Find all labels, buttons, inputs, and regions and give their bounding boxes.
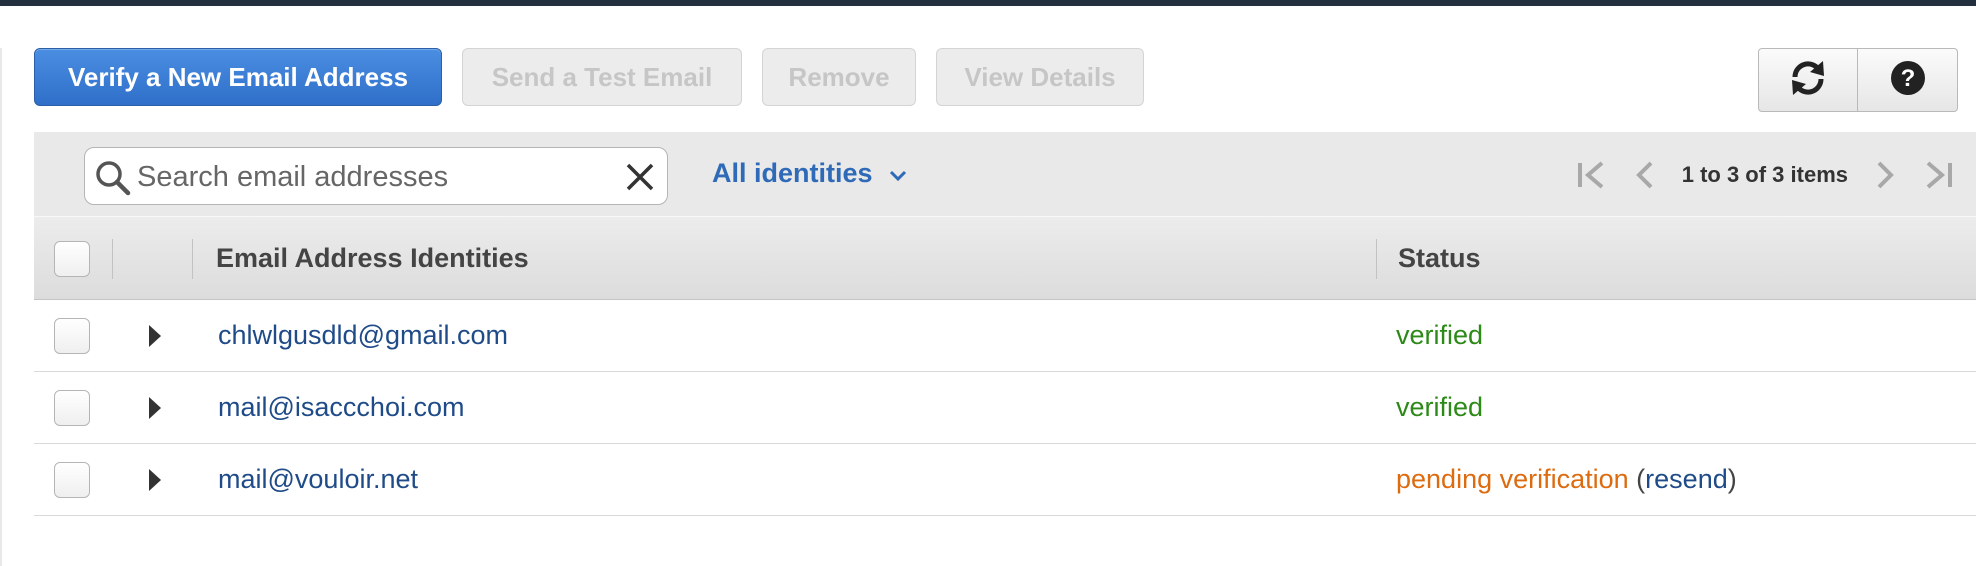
status-text: pending verification <box>1396 464 1629 494</box>
triangle-right-icon[interactable] <box>148 396 162 425</box>
column-header-email[interactable]: Email Address Identities <box>216 243 529 274</box>
table-row: mail@isaccchoi.com verified <box>34 372 1976 444</box>
email-address[interactable]: mail@vouloir.net <box>218 464 418 495</box>
top-bar <box>0 0 1976 6</box>
column-divider <box>192 239 193 279</box>
select-all-checkbox[interactable] <box>54 241 90 277</box>
column-divider <box>112 239 113 279</box>
status-text: verified <box>1396 320 1484 350</box>
left-divider <box>0 48 2 566</box>
next-page-icon[interactable] <box>1874 160 1896 190</box>
table-header: Email Address Identities Status <box>34 216 1976 300</box>
row-checkbox[interactable] <box>54 462 90 498</box>
row-checkbox[interactable] <box>54 390 90 426</box>
help-icon: ? <box>1890 60 1926 101</box>
action-toolbar: Verify a New Email Address Send a Test E… <box>34 48 1144 108</box>
row-checkbox[interactable] <box>54 318 90 354</box>
previous-page-icon[interactable] <box>1634 160 1656 190</box>
status-cell: pending verification (resend) <box>1396 464 1737 494</box>
first-page-icon[interactable] <box>1576 160 1610 190</box>
identity-filter-label: All identities <box>712 158 873 188</box>
remove-button[interactable]: Remove <box>762 48 916 106</box>
triangle-right-icon[interactable] <box>148 468 162 497</box>
column-divider <box>1376 239 1377 279</box>
refresh-icon <box>1787 57 1829 104</box>
view-details-button[interactable]: View Details <box>936 48 1144 106</box>
pagination: 1 to 3 of 3 items <box>1564 160 1966 190</box>
status-text: verified <box>1396 392 1484 422</box>
column-header-status[interactable]: Status <box>1398 243 1481 274</box>
help-button[interactable]: ? <box>1858 48 1958 112</box>
close-icon[interactable] <box>625 162 655 197</box>
send-test-email-button[interactable]: Send a Test Email <box>462 48 742 106</box>
identity-filter-dropdown[interactable]: All identities <box>712 158 907 189</box>
verify-email-button[interactable]: Verify a New Email Address <box>34 48 442 106</box>
last-page-icon[interactable] <box>1920 160 1954 190</box>
resend-link[interactable]: resend <box>1645 464 1728 494</box>
search-icon <box>95 160 131 201</box>
utility-buttons: ? <box>1758 48 1958 112</box>
refresh-button[interactable] <box>1758 48 1858 112</box>
table-row: mail@vouloir.net pending verification (r… <box>34 444 1976 516</box>
chevron-down-icon <box>889 158 907 189</box>
search-input[interactable] <box>135 156 609 198</box>
email-address[interactable]: chlwlgusdld@gmail.com <box>218 320 508 351</box>
triangle-right-icon[interactable] <box>148 324 162 353</box>
svg-text:?: ? <box>1900 65 1915 92</box>
email-address[interactable]: mail@isaccchoi.com <box>218 392 464 423</box>
filter-bar: All identities 1 to 3 of 3 items <box>34 132 1976 216</box>
pagination-label: 1 to 3 of 3 items <box>1681 162 1848 187</box>
table-row: chlwlgusdld@gmail.com verified <box>34 300 1976 372</box>
search-box <box>84 147 668 205</box>
